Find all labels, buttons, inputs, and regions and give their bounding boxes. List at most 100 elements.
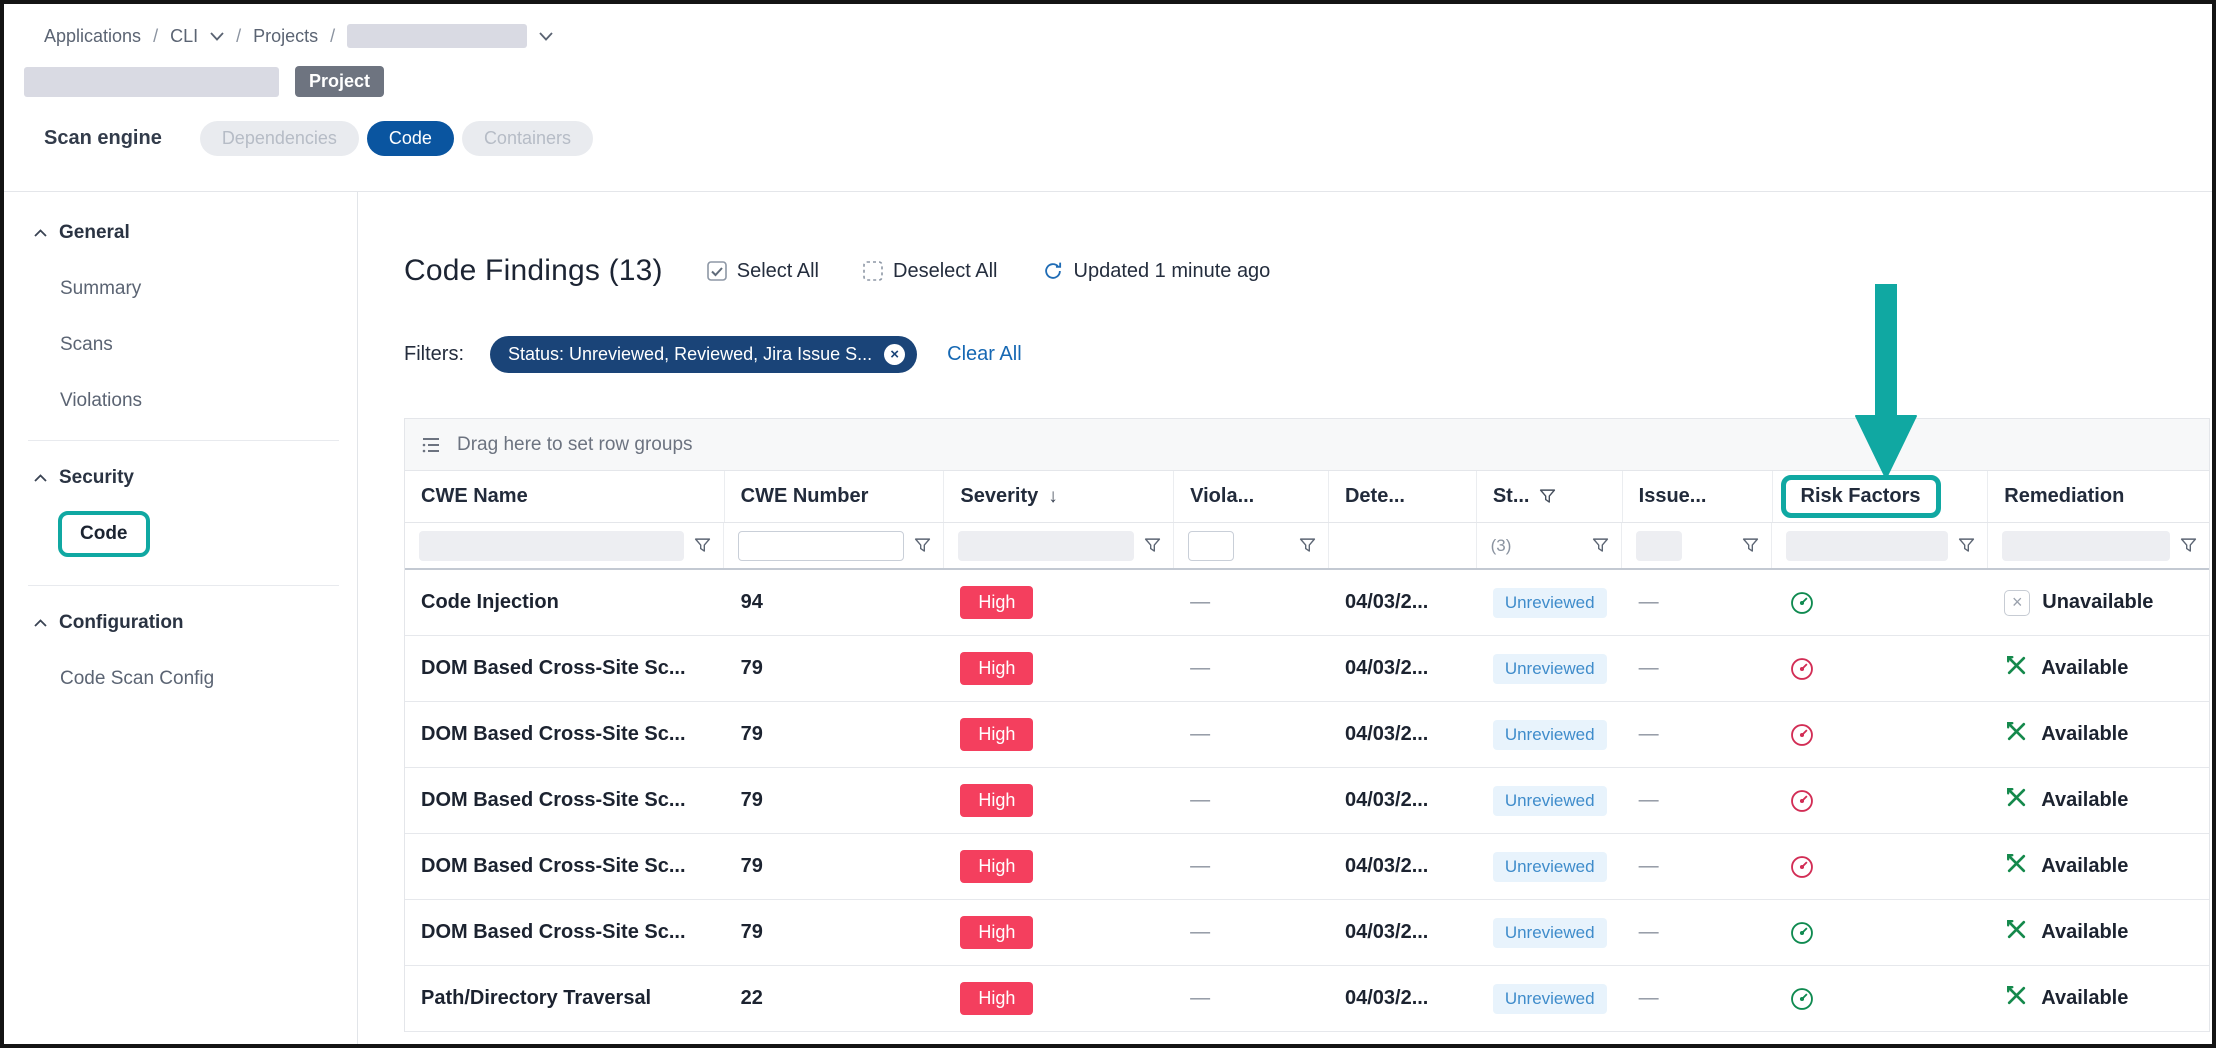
column-header-violations[interactable]: Viola... — [1174, 471, 1329, 522]
column-header-issue[interactable]: Issue... — [1623, 471, 1773, 522]
sidebar-section-security[interactable]: Security — [34, 467, 339, 489]
column-header-cwe-name[interactable]: CWE Name — [405, 471, 725, 522]
detected-date: 04/03/2... — [1345, 723, 1428, 746]
issue-value: — — [1639, 723, 1659, 746]
column-label: Viola... — [1190, 485, 1254, 508]
filter-cell-severity — [944, 523, 1174, 568]
chevron-down-icon[interactable] — [210, 32, 224, 41]
breadcrumb-separator: / — [236, 26, 241, 47]
select-all-button[interactable]: Select All — [707, 260, 819, 283]
project-title-row: Project — [24, 66, 2212, 97]
risk-factor-icon[interactable] — [1789, 722, 1815, 748]
violations-filter-input[interactable] — [1188, 531, 1234, 561]
cwe-name-filter-input[interactable] — [419, 531, 684, 561]
row-group-hint: Drag here to set row groups — [457, 434, 693, 456]
breadcrumb-separator: / — [330, 26, 335, 47]
issue-value: — — [1639, 789, 1659, 812]
sidebar-item-scans[interactable]: Scans — [34, 334, 339, 356]
breadcrumb-projects[interactable]: Projects — [253, 26, 318, 47]
remediation-filter-input[interactable] — [2002, 531, 2170, 561]
risk-factors-filter-input[interactable] — [1786, 531, 1948, 561]
issue-value: — — [1639, 591, 1659, 614]
tools-icon — [2004, 983, 2029, 1014]
remediation-cell: ×Available — [2004, 917, 2128, 948]
section-title: Security — [59, 467, 134, 489]
severity-badge: High — [960, 982, 1033, 1015]
section-title: General — [59, 222, 130, 244]
cwe-number: 79 — [741, 657, 763, 680]
issue-filter-input[interactable] — [1636, 531, 1682, 561]
filter-funnel-icon[interactable] — [1958, 537, 1975, 554]
risk-factor-icon[interactable] — [1789, 788, 1815, 814]
cwe-number: 94 — [741, 591, 763, 614]
column-header-status[interactable]: St... — [1477, 471, 1623, 522]
sidebar-item-label: Code — [80, 523, 128, 544]
filter-funnel-icon[interactable] — [1299, 537, 1316, 554]
detected-date: 04/03/2... — [1345, 921, 1428, 944]
chevron-down-icon[interactable] — [539, 32, 553, 41]
cwe-name: DOM Based Cross-Site Sc... — [421, 723, 686, 746]
filter-cell-violations — [1174, 523, 1329, 568]
redacted-page-title — [24, 67, 279, 97]
sidebar-item-summary[interactable]: Summary — [34, 278, 339, 300]
remediation-label: Available — [2041, 987, 2128, 1010]
sort-desc-icon: ↓ — [1048, 486, 1058, 508]
status-badge: Unreviewed — [1493, 984, 1607, 1014]
risk-factor-icon[interactable] — [1789, 920, 1815, 946]
column-header-risk-factors[interactable]: Risk Factors — [1773, 471, 1989, 522]
filter-funnel-icon[interactable] — [694, 537, 711, 554]
status-filter-count: (3) — [1491, 536, 1512, 556]
table-row[interactable]: DOM Based Cross-Site Sc... 79 High — 04/… — [405, 768, 2209, 834]
table-row[interactable]: Path/Directory Traversal 22 High — 04/03… — [405, 966, 2209, 1032]
unavailable-icon: × — [2004, 590, 2030, 616]
deselect-all-button[interactable]: Deselect All — [863, 260, 998, 283]
column-header-cwe-number[interactable]: CWE Number — [725, 471, 945, 522]
sidebar-item-violations[interactable]: Violations — [34, 390, 339, 412]
risk-factor-icon[interactable] — [1789, 854, 1815, 880]
remove-filter-icon[interactable]: × — [884, 344, 905, 365]
severity-filter-input[interactable] — [958, 531, 1134, 561]
risk-factor-icon[interactable] — [1789, 656, 1815, 682]
table-row[interactable]: Code Injection 94 High — 04/03/2... Unre… — [405, 570, 2209, 636]
table-row[interactable]: DOM Based Cross-Site Sc... 79 High — 04/… — [405, 834, 2209, 900]
filter-cell-risk-factors — [1772, 523, 1988, 568]
refresh-icon[interactable] — [1042, 260, 1064, 282]
clear-all-filters-link[interactable]: Clear All — [947, 343, 1021, 366]
table-row[interactable]: DOM Based Cross-Site Sc... 79 High — 04/… — [405, 636, 2209, 702]
sidebar-item-code[interactable]: Code — [34, 511, 339, 557]
filter-funnel-icon[interactable] — [1742, 537, 1759, 554]
scan-engine-dependencies[interactable]: Dependencies — [200, 121, 359, 156]
breadcrumb-applications[interactable]: Applications — [44, 26, 141, 47]
sidebar-section-general[interactable]: General — [34, 222, 339, 244]
column-header-remediation[interactable]: Remediation — [1988, 471, 2209, 522]
tools-icon — [2004, 653, 2029, 684]
scan-engine-containers[interactable]: Containers — [462, 121, 593, 156]
status-filter-chip[interactable]: Status: Unreviewed, Reviewed, Jira Issue… — [490, 336, 917, 373]
breadcrumb-cli[interactable]: CLI — [170, 26, 198, 47]
table-row[interactable]: DOM Based Cross-Site Sc... 79 High — 04/… — [405, 702, 2209, 768]
active-filter-funnel-icon[interactable] — [1539, 488, 1556, 505]
issue-value: — — [1639, 657, 1659, 680]
filter-funnel-icon[interactable] — [2180, 537, 2197, 554]
severity-badge: High — [960, 586, 1033, 619]
issue-value: — — [1639, 855, 1659, 878]
cwe-number-filter-input[interactable] — [738, 531, 904, 561]
filter-funnel-icon[interactable] — [1592, 537, 1609, 554]
table-row[interactable]: DOM Based Cross-Site Sc... 79 High — 04/… — [405, 900, 2209, 966]
column-header-detected[interactable]: Dete... — [1329, 471, 1477, 522]
sidebar-item-code-scan-config[interactable]: Code Scan Config — [34, 668, 339, 690]
redacted-project-name[interactable] — [347, 24, 527, 48]
row-group-dropzone[interactable]: Drag here to set row groups — [405, 419, 2209, 471]
column-label: Dete... — [1345, 485, 1405, 508]
status-badge: Unreviewed — [1493, 918, 1607, 948]
filters-bar: Filters: Status: Unreviewed, Reviewed, J… — [404, 334, 2212, 374]
column-header-severity[interactable]: Severity↓ — [944, 471, 1174, 522]
risk-factor-icon[interactable] — [1789, 986, 1815, 1012]
filter-funnel-icon[interactable] — [914, 537, 931, 554]
sidebar-section-configuration[interactable]: Configuration — [34, 612, 339, 634]
scan-engine-code[interactable]: Code — [367, 121, 454, 156]
filter-funnel-icon[interactable] — [1144, 537, 1161, 554]
risk-factor-icon[interactable] — [1789, 590, 1815, 616]
severity-badge: High — [960, 652, 1033, 685]
filters-label: Filters: — [404, 343, 464, 366]
